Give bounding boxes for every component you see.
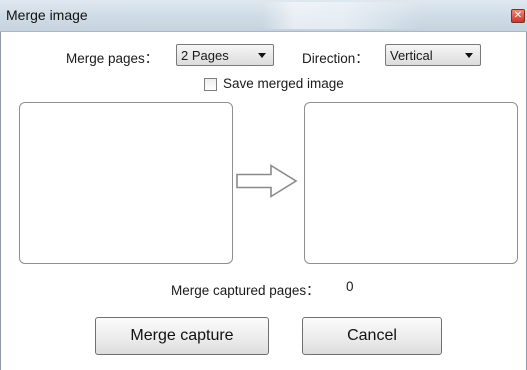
title-bar: Merge image ✕: [0, 0, 527, 32]
cancel-button[interactable]: Cancel: [302, 317, 442, 355]
merge-captured-label: Merge captured pages：: [171, 283, 320, 298]
merge-capture-button[interactable]: Merge capture: [95, 317, 269, 355]
close-icon[interactable]: ✕: [511, 9, 525, 23]
direction-dropdown[interactable]: Vertical: [385, 44, 481, 66]
chevron-down-icon: [465, 53, 473, 58]
direction-label: Direction：: [302, 51, 369, 66]
result-preview-panel: [304, 102, 518, 264]
source-preview-panel: [19, 102, 233, 264]
merge-pages-value: 2 Pages: [181, 48, 229, 63]
save-merged-label[interactable]: Save merged image: [223, 76, 344, 91]
chevron-down-icon: [258, 53, 266, 58]
title-bar-glow: [262, 2, 422, 29]
merge-pages-dropdown[interactable]: 2 Pages: [176, 44, 274, 66]
merge-pages-label: Merge pages：: [66, 51, 159, 66]
save-merged-checkbox[interactable]: [204, 78, 217, 91]
window-title: Merge image: [6, 7, 88, 23]
right-arrow-icon: [236, 164, 298, 198]
direction-value: Vertical: [390, 48, 433, 63]
merge-captured-count: 0: [346, 279, 354, 294]
